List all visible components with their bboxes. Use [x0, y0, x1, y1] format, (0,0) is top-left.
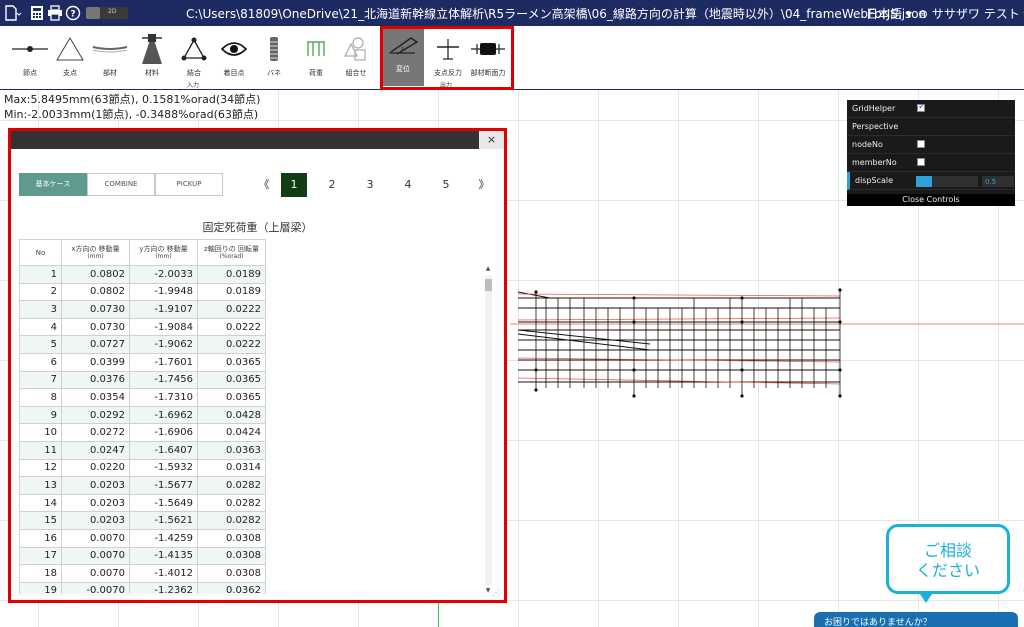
- node-no-checkbox[interactable]: [917, 140, 925, 148]
- input-group-label: 入力: [187, 82, 200, 89]
- max-value: Max:5.8495mm(63節点), 0.1581%orad(34節点): [4, 93, 261, 106]
- tool-combination-button[interactable]: 組合せ: [334, 30, 378, 82]
- toggle-knob: [86, 7, 100, 19]
- output-tools-highlight: [380, 26, 514, 90]
- gui-perspective[interactable]: Perspective: [847, 118, 1015, 136]
- help-chat-bar[interactable]: お困りではありませんか？: [814, 612, 1018, 627]
- gui-label: GridHelper: [852, 104, 896, 113]
- svg-text:?: ?: [70, 10, 75, 20]
- print-icon[interactable]: [46, 4, 64, 22]
- joint-icon: [172, 34, 216, 64]
- bubble-line: ご相談: [923, 541, 972, 560]
- slider-fill: [916, 176, 932, 187]
- spring-icon: [252, 34, 296, 64]
- eye-icon: [212, 34, 256, 64]
- calculator-icon[interactable]: [28, 4, 46, 22]
- toggle-label: 2D: [108, 8, 117, 15]
- gui-label: memberNo: [852, 158, 897, 167]
- language-select[interactable]: 日本語 ▾: [866, 5, 912, 22]
- user-menu[interactable]: ⊜ ササザワ テスト ▾: [918, 5, 1024, 22]
- material-icon: [130, 34, 174, 64]
- disp-scale-input[interactable]: 0.5: [982, 176, 1014, 187]
- title-bar: ? 2D C:\Users\81809\OneDrive\21_北海道新幹線立体…: [0, 0, 1024, 26]
- tool-label: 組合せ: [345, 69, 367, 77]
- controls-panel: GridHelper Perspective nodeNo memberNo d…: [847, 100, 1015, 206]
- file-path: C:\Users\81809\OneDrive\21_北海道新幹線立体解析\R5…: [186, 7, 927, 21]
- gui-label: dispScale: [855, 176, 894, 185]
- consult-bubble[interactable]: ご相談 ください: [886, 524, 1010, 594]
- gui-label: nodeNo: [852, 140, 883, 149]
- load-icon: [294, 34, 338, 64]
- member-icon: [88, 34, 132, 64]
- disp-scale-slider[interactable]: [916, 176, 978, 187]
- bubble-line: ください: [915, 561, 980, 580]
- min-value: Min:-2.0033mm(1節点), -0.3488%orad(63節点): [4, 108, 259, 121]
- 2d-toggle[interactable]: 2D: [86, 7, 128, 19]
- user-icon: ⊜: [918, 7, 929, 21]
- shapes-icon: [334, 34, 378, 64]
- bubble-tail: [918, 591, 934, 603]
- result-extremes: Max:5.8495mm(63節点), 0.1581%orad(34節点) Mi…: [4, 92, 260, 122]
- gui-grid-helper[interactable]: GridHelper: [847, 100, 1015, 118]
- support-icon: [48, 34, 92, 64]
- gui-label: Perspective: [852, 122, 899, 131]
- member-no-checkbox[interactable]: [917, 158, 925, 166]
- gui-node-no[interactable]: nodeNo: [847, 136, 1015, 154]
- grid-helper-checkbox[interactable]: [917, 102, 926, 112]
- close-controls-button[interactable]: Close Controls: [847, 194, 1015, 206]
- frame-model[interactable]: [510, 278, 1024, 398]
- node-icon: [8, 34, 52, 64]
- gui-member-no[interactable]: memberNo: [847, 154, 1015, 172]
- gui-disp-scale[interactable]: dispScale 0.5: [847, 172, 1015, 190]
- dialog-highlight: [8, 128, 507, 603]
- help-icon[interactable]: ?: [64, 4, 82, 22]
- user-name: ササザワ テスト ▾: [931, 7, 1024, 21]
- file-dropdown-icon[interactable]: [4, 4, 22, 22]
